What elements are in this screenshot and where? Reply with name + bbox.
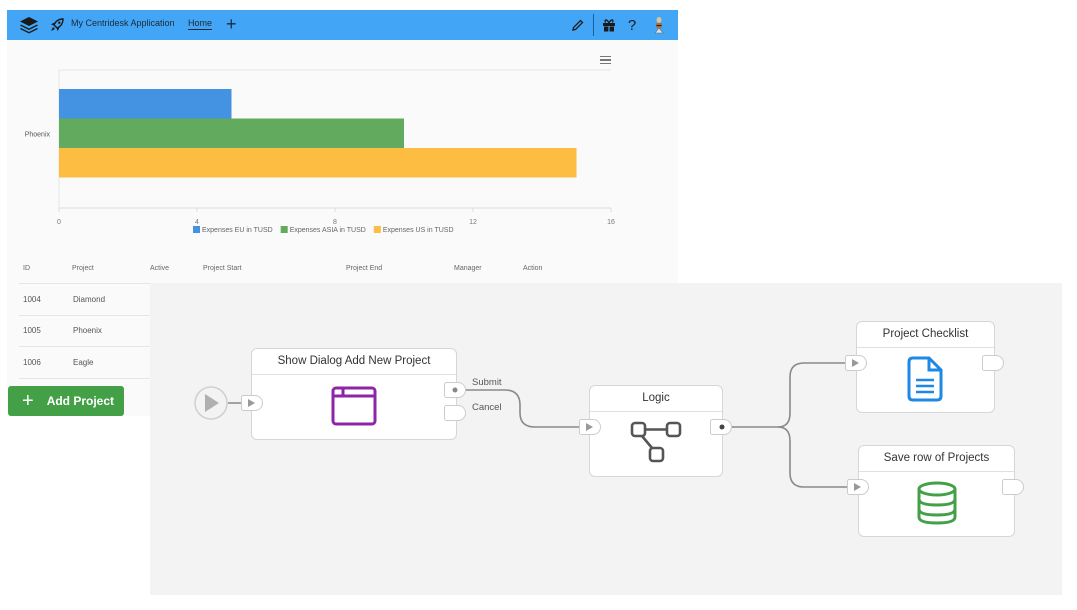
layers-icon[interactable]: [17, 10, 41, 40]
x-tick-label: 4: [195, 219, 199, 226]
node-title: Show Dialog Add New Project: [252, 349, 456, 375]
output-port-submit[interactable]: [444, 382, 466, 398]
node-title: Save row of Projects: [859, 446, 1014, 472]
column-header-project[interactable]: Project: [72, 265, 94, 272]
node-show-dialog[interactable]: Show Dialog Add New Project: [251, 348, 457, 440]
column-header-manager[interactable]: Manager: [454, 265, 482, 272]
input-port[interactable]: [579, 419, 601, 435]
help-icon[interactable]: ?: [625, 10, 639, 40]
cancel-label: Cancel: [472, 402, 502, 413]
legend-swatch: [373, 226, 381, 233]
user-avatar-icon[interactable]: [652, 10, 666, 40]
top-bar: My Centridesk Application Home + ?: [7, 10, 678, 40]
table-row[interactable]: 1006 Eagle: [19, 347, 150, 379]
table-row[interactable]: 1005 Phoenix: [19, 315, 150, 347]
bar-expenses-asia-in-tusd: [59, 118, 404, 148]
gift-icon[interactable]: [601, 10, 617, 40]
input-port[interactable]: [847, 479, 869, 495]
x-tick-label: 16: [607, 219, 615, 226]
cell-id: 1006: [23, 358, 41, 367]
document-icon: [907, 356, 943, 402]
legend-label: Expenses ASIA in TUSD: [290, 227, 366, 234]
bar-expenses-us-in-tusd: [59, 148, 577, 178]
x-tick-label: 0: [57, 219, 61, 226]
chart-plot: 0 4 8 12 16 Phoenix Expenses EU in TUSD Expense…: [25, 69, 615, 234]
tab-home[interactable]: Home: [188, 18, 213, 30]
database-icon: [917, 481, 957, 525]
y-category-label: Phoenix: [25, 131, 51, 138]
column-header-id[interactable]: ID: [23, 265, 30, 272]
toolbar-divider: [593, 14, 594, 36]
node-title: Project Checklist: [857, 322, 994, 348]
cell-project: Eagle: [73, 358, 94, 367]
table-row[interactable]: 1004 Diamond: [19, 283, 150, 316]
legend-swatch: [193, 226, 200, 233]
node-logic[interactable]: Logic: [589, 385, 723, 477]
cell-id: 1004: [23, 295, 41, 304]
cell-id: 1005: [23, 326, 41, 335]
column-header-project-start[interactable]: Project Start: [203, 265, 242, 272]
submit-label: Submit: [472, 377, 502, 388]
pencil-icon[interactable]: [569, 10, 585, 40]
app-title: My Centridesk Application: [71, 18, 175, 28]
column-header-project-end[interactable]: Project End: [346, 265, 382, 272]
node-save-row[interactable]: Save row of Projects: [858, 445, 1015, 537]
add-tab-button[interactable]: +: [226, 13, 237, 35]
x-tick-label: 12: [469, 219, 477, 226]
bar-expenses-eu-in-tusd: [59, 89, 232, 119]
column-header-action[interactable]: Action: [523, 265, 542, 272]
output-port-cancel[interactable]: [444, 405, 466, 421]
workflow-canvas[interactable]: Show Dialog Add New Project Submit Cance…: [150, 283, 1062, 595]
node-project-checklist[interactable]: Project Checklist: [856, 321, 995, 413]
connector-logic-save: [777, 426, 857, 488]
legend-label: Expenses US in TUSD: [383, 227, 454, 234]
add-project-button[interactable]: + Add Project: [8, 386, 124, 416]
plus-icon: +: [22, 390, 34, 412]
x-tick-label: 8: [333, 219, 337, 226]
rocket-icon[interactable]: [49, 10, 65, 40]
output-port[interactable]: [710, 419, 732, 435]
window-icon: [331, 386, 377, 426]
output-port[interactable]: [982, 355, 1004, 371]
column-header-active[interactable]: Active: [150, 265, 169, 272]
legend-swatch: [280, 226, 288, 233]
legend-label: Expenses EU in TUSD: [202, 227, 273, 234]
connector-logic-checklist: [723, 362, 855, 428]
flow-logic-icon: [630, 421, 682, 463]
input-port[interactable]: [845, 355, 867, 371]
cell-project: Diamond: [73, 295, 106, 304]
output-port[interactable]: [1002, 479, 1024, 495]
add-project-label: Add Project: [46, 394, 115, 408]
input-port[interactable]: [241, 395, 263, 411]
expenses-chart: 0 4 8 12 16 Phoenix Expenses EU in TUSD Expense…: [7, 40, 678, 255]
cell-project: Phoenix: [73, 326, 102, 335]
node-title: Logic: [590, 386, 722, 412]
